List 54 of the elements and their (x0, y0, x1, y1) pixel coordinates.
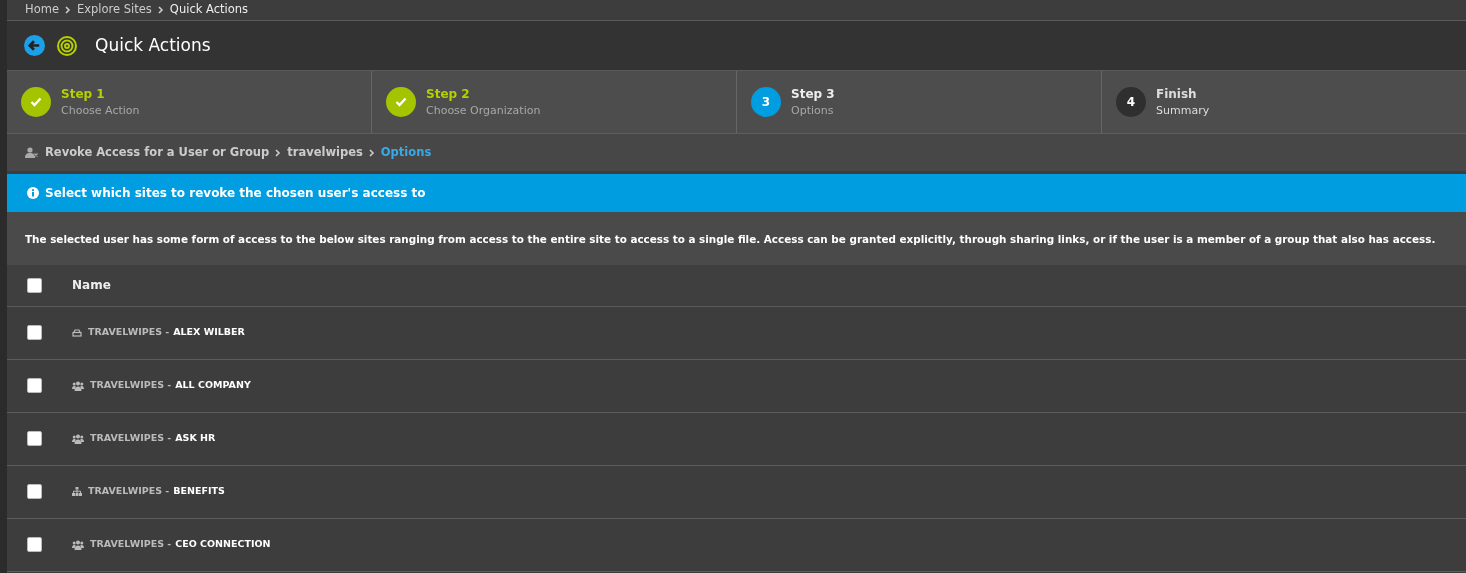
breadcrumb-link[interactable]: Options (380, 143, 432, 162)
site-name: ALEX WILBER (173, 325, 245, 340)
breadcrumb-link[interactable]: Home (25, 1, 59, 19)
info-icon (27, 187, 39, 199)
page-title: Quick Actions (95, 35, 211, 56)
site-prefix: TRAVELWIPES - (90, 537, 172, 552)
step-subtitle: Summary (1156, 102, 1210, 119)
check-icon (386, 87, 416, 117)
step-title: Step 3 (791, 85, 835, 103)
chevron-icon (368, 148, 375, 157)
group-icon (72, 433, 84, 444)
target-icon (57, 35, 77, 56)
step-subtitle: Choose Action (61, 102, 140, 119)
checkbox[interactable] (27, 537, 42, 553)
step-tab[interactable]: Step 2 Choose Organization (372, 71, 737, 133)
site-prefix: TRAVELWIPES - (88, 484, 170, 499)
checkbox[interactable] (27, 484, 42, 500)
group-icon (72, 539, 84, 550)
site-name: BENEFITS (173, 484, 225, 499)
step-title: Step 2 (426, 85, 471, 103)
checkbox[interactable] (27, 431, 42, 447)
chevron-icon (64, 6, 71, 14)
banner-text: Select which sites to revoke the chosen user's access to (45, 185, 426, 202)
site-prefix: TRAVELWIPES - (90, 431, 172, 446)
checkbox[interactable] (27, 277, 42, 293)
site-name: CEO CONNECTION (175, 537, 271, 552)
hierarchy-icon (72, 487, 82, 497)
breadcrumb-link[interactable]: Revoke Access for a User or Group (45, 143, 270, 162)
site-prefix: TRAVELWIPES - (88, 325, 170, 340)
checkbox[interactable] (27, 325, 42, 341)
user-remove-icon (25, 147, 39, 158)
check-icon (21, 87, 51, 117)
step-number: 4 (1116, 87, 1146, 117)
step-title: Step 1 (61, 85, 106, 103)
breadcrumb-link[interactable]: travelwipes (287, 143, 363, 162)
chevron-icon (157, 6, 164, 14)
drive-icon (72, 328, 82, 337)
column-header[interactable]: Name (72, 276, 111, 295)
step-tab[interactable]: 4 Finish Summary (1102, 71, 1466, 133)
site-name: ASK HR (175, 431, 216, 446)
checkbox[interactable] (27, 378, 42, 394)
step-tab[interactable]: 3 Step 3 Options (737, 71, 1102, 133)
breadcrumb-link[interactable]: Quick Actions (169, 1, 249, 19)
group-icon (72, 380, 84, 391)
step-tab[interactable]: Step 1 Choose Action (7, 71, 372, 133)
step-title: Finish (1156, 85, 1198, 103)
step-subtitle: Options (791, 102, 835, 119)
site-name: ALL COMPANY (175, 378, 251, 393)
step-subtitle: Choose Organization (426, 102, 541, 119)
breadcrumb-link[interactable]: Explore Sites (76, 1, 152, 19)
step-number: 3 (751, 87, 781, 117)
description-text: The selected user has some form of access to the below sites ranging from access to the entire site to access to a single file. Access can be granted explicitly, through sharing links, or if the user is a member of a group that also has access. (7, 212, 1466, 265)
site-prefix: TRAVELWIPES - (90, 378, 172, 393)
chevron-icon (275, 148, 282, 157)
